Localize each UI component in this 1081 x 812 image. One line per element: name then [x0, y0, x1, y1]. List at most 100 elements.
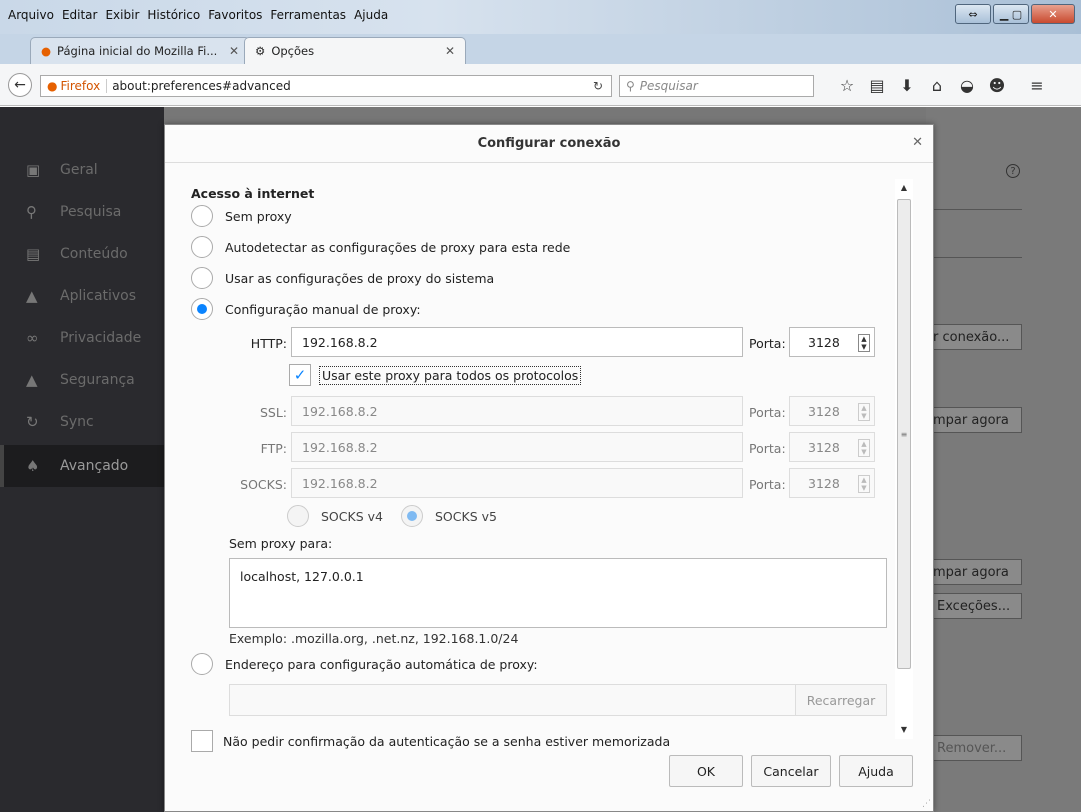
close-icon[interactable]: ✕	[912, 135, 923, 150]
checkbox[interactable]: ✓	[289, 364, 311, 386]
ssl-port-label: Porta:	[749, 405, 786, 420]
help-button[interactable]: Ajuda	[839, 755, 913, 787]
scroll-thumb[interactable]: ≡	[897, 199, 911, 669]
radio-button[interactable]	[191, 653, 213, 675]
hamburger-menu-icon[interactable]: ≡	[1022, 76, 1052, 95]
checkbox[interactable]	[191, 730, 213, 752]
radio-button[interactable]	[191, 205, 213, 227]
sidebar-item-pesquisa[interactable]: ⚲ Pesquisa	[0, 191, 164, 233]
socks-port-input[interactable]: 3128 ▲ ▼	[789, 468, 875, 498]
lock-icon: ▲	[26, 371, 38, 389]
sidebar-item-privacidade[interactable]: ∞ Privacidade	[0, 317, 164, 359]
tab-options[interactable]: ⚙ Opções ✕	[244, 37, 466, 64]
close-tab-icon[interactable]: ✕	[445, 44, 455, 58]
back-arrow-icon[interactable]: ←	[8, 73, 32, 97]
configure-connection-button[interactable]: r conexão...	[926, 324, 1022, 350]
reload-icon[interactable]: ↻	[585, 79, 611, 93]
sidebar-item-label: Avançado	[60, 458, 129, 474]
sidebar-item-label: Pesquisa	[60, 204, 122, 220]
spinner-icon[interactable]: ▲ ▼	[858, 403, 870, 421]
radio-socks-v4[interactable]: SOCKS v4	[287, 505, 383, 527]
bookmarks-menu-icon[interactable]: ▤	[862, 76, 892, 95]
no-auth-prompt-row[interactable]: Não pedir confirmação da autenticação se…	[191, 730, 670, 752]
auto-config-url-input[interactable]	[229, 684, 819, 716]
radio-label: SOCKS v4	[321, 508, 383, 524]
exceptions-button[interactable]: Exceções...	[930, 593, 1022, 619]
bookmark-star-icon[interactable]: ☆	[832, 76, 862, 95]
menu-ferramentas[interactable]: Ferramentas	[266, 8, 350, 22]
radio-button[interactable]	[191, 236, 213, 258]
radio-no-proxy[interactable]: Sem proxy	[191, 205, 292, 227]
sidebar-item-seguranca[interactable]: ▲ Segurança	[0, 359, 164, 401]
scroll-up-arrow-icon[interactable]: ▲	[895, 179, 913, 197]
remove-button[interactable]: Remover...	[930, 735, 1022, 761]
ok-button[interactable]: OK	[669, 755, 743, 787]
scrollbar[interactable]: ▲ ≡ ▼	[895, 179, 913, 739]
sidebar-item-sync[interactable]: ↻ Sync	[0, 401, 164, 443]
ssl-label: SSL:	[259, 405, 287, 420]
sidebar-item-label: Sync	[60, 414, 94, 430]
radio-autodetect[interactable]: Autodetectar as configurações de proxy p…	[191, 236, 570, 258]
no-proxy-textarea[interactable]: localhost, 127.0.0.1	[229, 558, 887, 628]
sidebar-item-geral[interactable]: ▣ Geral	[0, 149, 164, 191]
use-all-protocols-checkbox-row[interactable]: ✓ Usar este proxy para todos os protocol…	[289, 364, 582, 386]
radio-auto-config-url[interactable]: Endereço para configuração automática de…	[191, 653, 538, 675]
menu-ajuda[interactable]: Ajuda	[350, 8, 392, 22]
search-icon: ⚲	[26, 203, 37, 221]
menu-arquivo[interactable]: Arquivo	[4, 8, 58, 22]
minimize-maximize-icon[interactable]: ▁ ▢	[993, 4, 1029, 24]
example-text: Exemplo: .mozilla.org, .net.nz, 192.168.…	[229, 631, 519, 646]
reload-button[interactable]: Recarregar	[795, 684, 887, 716]
checkbox-label: Usar este proxy para todos os protocolos	[319, 365, 582, 385]
identity-box[interactable]: ● Firefox	[41, 79, 108, 93]
help-question-icon[interactable]: ?	[1006, 164, 1020, 178]
radio-label: Sem proxy	[225, 208, 292, 224]
sidebar-item-conteudo[interactable]: ▤ Conteúdo	[0, 233, 164, 275]
tab-mozilla-home[interactable]: ● Página inicial do Mozilla Fi... ✕	[30, 37, 250, 64]
http-port-label: Porta:	[749, 336, 786, 351]
pocket-icon[interactable]: ◒	[952, 76, 982, 95]
menu-editar[interactable]: Editar	[58, 8, 102, 22]
search-input[interactable]: ⚲ Pesquisar	[619, 75, 814, 97]
sidebar-item-aplicativos[interactable]: ▲ Aplicativos	[0, 275, 164, 317]
ftp-proxy-input[interactable]: 192.168.8.2	[291, 432, 743, 462]
close-tab-icon[interactable]: ✕	[229, 44, 239, 58]
ssl-proxy-input[interactable]: 192.168.8.2	[291, 396, 743, 426]
spinner-icon[interactable]: ▲ ▼	[858, 334, 870, 352]
clear-now-button-2[interactable]: mpar agora	[926, 559, 1022, 585]
radio-label: SOCKS v5	[435, 508, 497, 524]
port-value: 3128	[808, 403, 840, 419]
navigation-bar: ← ● Firefox about:preferences#advanced ↻…	[0, 64, 1081, 106]
scroll-down-arrow-icon[interactable]: ▼	[895, 721, 913, 739]
home-icon[interactable]: ⌂	[922, 76, 952, 95]
applications-icon: ▲	[26, 287, 38, 305]
connection-settings-dialog: Configurar conexão ✕ Acesso à internet S…	[164, 124, 934, 812]
http-proxy-input[interactable]: 192.168.8.2	[291, 327, 743, 357]
menu-exibir[interactable]: Exibir	[101, 8, 143, 22]
radio-system-proxy[interactable]: Usar as configurações de proxy do sistem…	[191, 267, 494, 289]
socks-proxy-input[interactable]: 192.168.8.2	[291, 468, 743, 498]
radio-manual-proxy[interactable]: Configuração manual de proxy:	[191, 298, 421, 320]
resize-grip-icon[interactable]: ⋰	[922, 799, 931, 809]
menu-historico[interactable]: Histórico	[143, 8, 204, 22]
close-window-icon[interactable]: ✕	[1031, 4, 1075, 24]
spinner-icon[interactable]: ▲ ▼	[858, 475, 870, 493]
sidebar-item-avancado[interactable]: ♠ Avançado	[0, 445, 164, 487]
radio-button[interactable]	[191, 267, 213, 289]
http-port-input[interactable]: 3128 ▲ ▼	[789, 327, 875, 357]
toolbar-icons: ☆ ▤ ⬇ ⌂ ◒ ☻ ≡	[832, 76, 1052, 95]
url-bar[interactable]: ● Firefox about:preferences#advanced ↻	[40, 75, 612, 97]
radio-button[interactable]	[287, 505, 309, 527]
radio-button[interactable]	[191, 298, 213, 320]
radio-socks-v5[interactable]: SOCKS v5	[401, 505, 497, 527]
ftp-port-input[interactable]: 3128 ▲ ▼	[789, 432, 875, 462]
clear-now-button[interactable]: mpar agora	[926, 407, 1022, 433]
addon-icon[interactable]: ☻	[982, 76, 1012, 95]
radio-button[interactable]	[401, 505, 423, 527]
restore-icon[interactable]: ⇔	[955, 4, 991, 24]
cancel-button[interactable]: Cancelar	[751, 755, 831, 787]
menu-favoritos[interactable]: Favoritos	[204, 8, 266, 22]
ssl-port-input[interactable]: 3128 ▲ ▼	[789, 396, 875, 426]
download-icon[interactable]: ⬇	[892, 76, 922, 95]
spinner-icon[interactable]: ▲ ▼	[858, 439, 870, 457]
